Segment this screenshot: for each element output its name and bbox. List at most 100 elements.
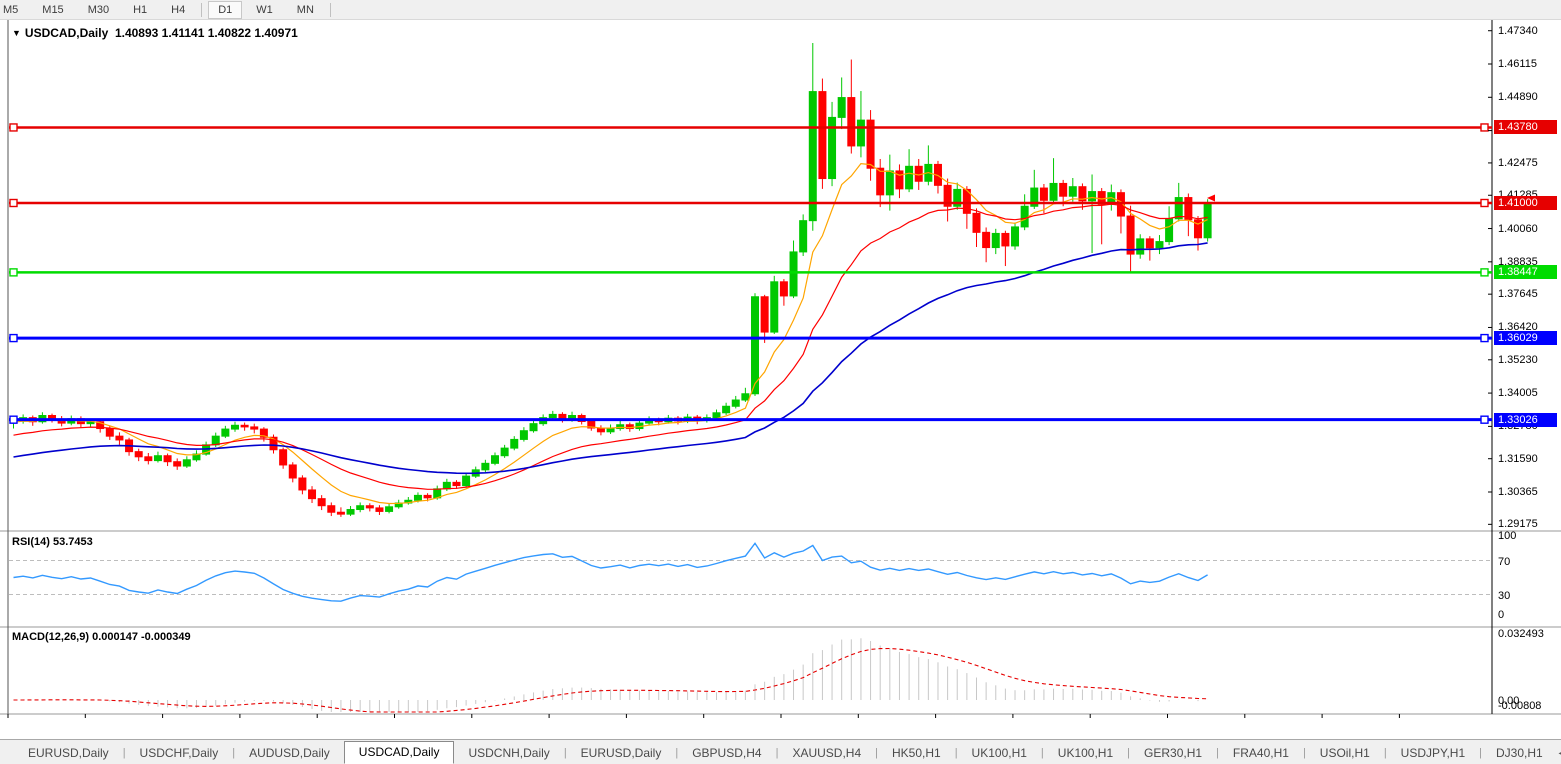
hline-price-label[interactable]: 1.41000: [1494, 196, 1557, 210]
timeframe-button-m30[interactable]: M30: [78, 1, 119, 19]
candle: [848, 98, 855, 146]
hline-price-label[interactable]: 1.36029: [1494, 331, 1557, 345]
hline-price-label[interactable]: 1.43780: [1494, 120, 1557, 134]
candle: [1156, 242, 1163, 248]
candle: [1137, 239, 1144, 254]
candle: [1175, 198, 1182, 219]
hline-drag-handle[interactable]: [10, 335, 17, 342]
candle: [530, 424, 537, 431]
price-axis-label: 1.46115: [1498, 58, 1537, 70]
timeframe-button-h4[interactable]: H4: [161, 1, 195, 19]
price-axis-label: 1.37645: [1498, 288, 1538, 300]
candle: [992, 233, 999, 247]
rsi-axis-label: 30: [1498, 590, 1510, 602]
candle: [886, 171, 893, 195]
timeframe-button-mn[interactable]: MN: [287, 1, 324, 19]
chart-tab-gbpusd-h4[interactable]: GBPUSD,H4: [678, 743, 775, 764]
macd-axis-label: -0.00808: [1498, 700, 1541, 712]
price-axis-label: 1.42475: [1498, 157, 1538, 169]
candle: [222, 429, 229, 436]
chart-tab-hk50-h1[interactable]: HK50,H1: [878, 743, 955, 764]
candle: [1069, 187, 1076, 197]
candle: [424, 495, 431, 497]
candle: [183, 460, 190, 466]
chart-tab-eurusd-daily[interactable]: EURUSD,Daily: [14, 743, 123, 764]
chart-tab-ger30-h1[interactable]: GER30,H1: [1130, 743, 1216, 764]
candle: [231, 425, 238, 429]
timeframe-button-h1[interactable]: H1: [123, 1, 157, 19]
hline-drag-handle[interactable]: [10, 269, 17, 276]
hline-drag-handle[interactable]: [10, 416, 17, 423]
chart-tab-usdcnh-daily[interactable]: USDCNH,Daily: [454, 743, 563, 764]
chart-canvas[interactable]: [0, 20, 1561, 739]
candle: [501, 448, 508, 456]
chart-tab-usdchf-daily[interactable]: USDCHF,Daily: [126, 743, 233, 764]
price-axis-label: 1.29175: [1498, 518, 1538, 530]
chart-tab-uk100-h1[interactable]: UK100,H1: [958, 743, 1041, 764]
candle: [366, 506, 373, 508]
chart-tab-xauusd-h4[interactable]: XAUUSD,H4: [778, 743, 875, 764]
hline-drag-handle[interactable]: [1481, 335, 1488, 342]
price-axis-label: 1.35230: [1498, 354, 1538, 366]
hline-drag-handle[interactable]: [1481, 416, 1488, 423]
timeframe-button-m5[interactable]: M5: [0, 1, 28, 19]
chevron-down-icon[interactable]: ▼: [12, 28, 21, 38]
price-axis-label: 1.40060: [1498, 223, 1538, 235]
hline-drag-handle[interactable]: [10, 200, 17, 207]
candle: [443, 482, 450, 489]
candle: [761, 297, 768, 332]
candle: [1060, 183, 1067, 196]
candle: [145, 457, 152, 461]
candle: [906, 166, 913, 189]
candle: [106, 429, 113, 437]
candle: [482, 463, 489, 470]
hline-drag-handle[interactable]: [10, 124, 17, 131]
candle: [800, 221, 807, 252]
candle: [357, 506, 364, 510]
chart-tab-uk100-h1[interactable]: UK100,H1: [1044, 743, 1127, 764]
candle: [280, 450, 287, 465]
candle: [790, 252, 797, 296]
candle: [607, 429, 614, 432]
timeframe-button-m15[interactable]: M15: [32, 1, 73, 19]
chart-tab-audusd-daily[interactable]: AUDUSD,Daily: [235, 743, 344, 764]
chart-tab-usoil-h1[interactable]: USOil,H1: [1306, 743, 1384, 764]
candle: [511, 439, 518, 448]
candle: [1040, 188, 1047, 200]
candle: [973, 213, 980, 232]
chart-tab-usdjpy-h1[interactable]: USDJPY,H1: [1387, 743, 1479, 764]
price-axis-label: 1.31590: [1498, 453, 1538, 465]
candle: [857, 120, 864, 146]
candle: [414, 495, 421, 500]
chart-tab-fra40-h1[interactable]: FRA40,H1: [1219, 743, 1303, 764]
hline-drag-handle[interactable]: [1481, 200, 1488, 207]
chart-tab-dj30-h1[interactable]: DJ30,H1: [1482, 743, 1557, 764]
hline-drag-handle[interactable]: [1481, 269, 1488, 276]
chart-ohlc-values: 1.40893 1.41141 1.40822 1.40971: [115, 26, 298, 40]
toolbar-separator: [330, 3, 331, 17]
candle: [1021, 206, 1028, 227]
candle: [713, 413, 720, 418]
price-axis-label: 1.47340: [1498, 25, 1538, 37]
candle: [752, 297, 759, 394]
candle: [492, 456, 499, 464]
chart-tab-usdcad-daily[interactable]: USDCAD,Daily: [344, 741, 455, 764]
timeframe-button-d1[interactable]: D1: [208, 1, 242, 19]
candle: [1050, 183, 1057, 200]
hline-drag-handle[interactable]: [1481, 124, 1488, 131]
candle: [520, 431, 527, 440]
price-axis-label: 1.30365: [1498, 486, 1538, 498]
tab-scroll-arrows: ◄►: [1557, 748, 1561, 764]
chart-symbol-label: USDCAD,Daily: [25, 26, 108, 40]
tab-scroll-left-icon[interactable]: ◄: [1557, 748, 1561, 758]
hline-price-label[interactable]: 1.33026: [1494, 413, 1557, 427]
price-axis-label: 1.34005: [1498, 387, 1538, 399]
candle: [241, 425, 248, 427]
price-axis-label: 1.44890: [1498, 91, 1538, 103]
candle: [780, 282, 787, 296]
candle: [771, 282, 778, 332]
timeframe-button-w1[interactable]: W1: [246, 1, 283, 19]
candle: [809, 92, 816, 221]
chart-tab-eurusd-daily[interactable]: EURUSD,Daily: [567, 743, 676, 764]
hline-price-label[interactable]: 1.38447: [1494, 265, 1557, 279]
